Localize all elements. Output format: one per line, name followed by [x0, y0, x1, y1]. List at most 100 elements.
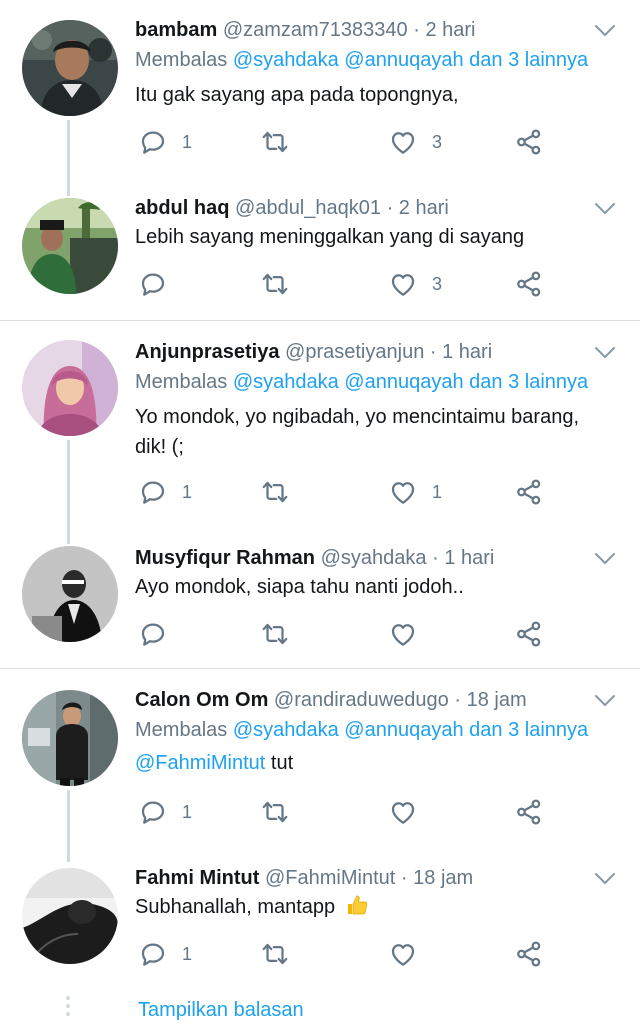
reply-button[interactable]: 1: [138, 126, 192, 158]
chevron-down-icon[interactable]: [594, 24, 616, 38]
user-name[interactable]: Musyfiqur Rahman: [135, 547, 315, 569]
replying-to-prefix: Membalas: [135, 49, 228, 71]
avatar[interactable]: [22, 198, 118, 294]
retweet-icon: [260, 127, 290, 157]
timestamp[interactable]: 18 jam: [467, 689, 527, 711]
chevron-down-icon[interactable]: [594, 552, 616, 566]
user-handle[interactable]: @syahdaka: [321, 547, 427, 569]
user-name[interactable]: Fahmi Mintut: [135, 867, 259, 889]
replying-to-mentions[interactable]: @syahdaka @annuqayah dan 3 lainnya: [233, 719, 588, 741]
replying-to-mentions[interactable]: @syahdaka @annuqayah dan 3 lainnya: [233, 49, 588, 71]
timestamp[interactable]: 2 hari: [399, 197, 449, 219]
like-button[interactable]: 3: [388, 268, 442, 300]
chevron-down-icon[interactable]: [594, 202, 616, 216]
avatar[interactable]: [22, 20, 118, 116]
like-button[interactable]: [388, 938, 432, 970]
timestamp[interactable]: 2 hari: [425, 19, 475, 41]
reply-icon: [138, 269, 168, 299]
retweet-button[interactable]: [260, 796, 290, 828]
share-button[interactable]: [514, 126, 544, 158]
user-handle[interactable]: @zamzam71383340: [223, 19, 408, 41]
mention-link[interactable]: @FahmiMintut: [135, 752, 265, 774]
reply-icon: [138, 127, 168, 157]
show-replies-link[interactable]: Tampilkan balasan: [138, 998, 304, 1022]
tweet-actions: 1 1: [138, 476, 618, 508]
separator: ·: [432, 547, 439, 569]
separator: ·: [454, 689, 462, 711]
user-name[interactable]: Anjunprasetiya: [135, 341, 279, 363]
timestamp[interactable]: 1 hari: [442, 341, 492, 363]
tweet-text: Itu gak sayang apa pada topongnya,: [135, 84, 459, 106]
user-handle[interactable]: @prasetiyanjun: [285, 341, 424, 363]
reply-button[interactable]: 1: [138, 938, 192, 970]
replying-to-mentions[interactable]: @syahdaka @annuqayah dan 3 lainnya: [233, 371, 588, 393]
reply-count: 1: [182, 943, 193, 964]
share-button[interactable]: [514, 618, 544, 650]
avatar[interactable]: [22, 690, 118, 786]
reply-button[interactable]: [138, 618, 182, 650]
like-button[interactable]: 1: [388, 476, 442, 508]
retweet-button[interactable]: [260, 476, 290, 508]
chevron-down-icon[interactable]: [594, 694, 616, 708]
tweet-text-content: Subhanallah, mantapp: [135, 896, 336, 918]
tweet-header: Anjunprasetiya @prasetiyanjun · 1 hari: [135, 340, 492, 364]
avatar[interactable]: [22, 868, 118, 964]
user-handle[interactable]: @abdul_haqk01: [235, 197, 381, 219]
heart-icon: [388, 797, 418, 827]
share-icon: [514, 619, 544, 649]
tweet-header: Fahmi Mintut @FahmiMintut · 18 jam: [135, 866, 473, 890]
share-button[interactable]: [514, 796, 544, 828]
like-count: 3: [432, 131, 443, 152]
reply-count: 1: [182, 131, 193, 152]
tweet-text: Lebih sayang meninggalkan yang di sayang: [135, 226, 525, 248]
user-name[interactable]: abdul haq: [135, 197, 229, 219]
reply-button[interactable]: 1: [138, 796, 192, 828]
user-handle[interactable]: @FahmiMintut: [265, 867, 395, 889]
avatar[interactable]: [22, 340, 118, 436]
tweet-actions: [138, 618, 618, 650]
chevron-down-icon[interactable]: [594, 346, 616, 360]
divider: [0, 668, 640, 669]
like-count: 1: [432, 481, 443, 502]
reply-icon: [138, 797, 168, 827]
reply-count: 1: [182, 801, 193, 822]
reply-button[interactable]: [138, 268, 182, 300]
like-button[interactable]: [388, 796, 432, 828]
avatar[interactable]: [22, 546, 118, 642]
heart-icon: [388, 939, 418, 969]
tweet-actions: 1: [138, 796, 618, 828]
share-icon: [514, 269, 544, 299]
heart-icon: [388, 477, 418, 507]
thread-dots: [66, 996, 70, 1020]
share-button[interactable]: [514, 268, 544, 300]
share-button[interactable]: [514, 476, 544, 508]
retweet-icon: [260, 619, 290, 649]
retweet-button[interactable]: [260, 938, 290, 970]
replying-to: Membalas @syahdaka @annuqayah dan 3 lain…: [135, 370, 588, 394]
retweet-button[interactable]: [260, 618, 290, 650]
thread-line: [67, 790, 70, 862]
separator: ·: [413, 19, 420, 41]
user-name[interactable]: bambam: [135, 19, 217, 41]
tweet-actions: 1 3: [138, 126, 618, 158]
tweet-actions: 1: [138, 938, 618, 970]
heart-icon: [388, 619, 418, 649]
user-name[interactable]: Calon Om Om: [135, 689, 268, 711]
retweet-icon: [260, 939, 290, 969]
user-handle[interactable]: @randiraduwedugo: [274, 689, 449, 711]
retweet-button[interactable]: [260, 126, 290, 158]
separator: ·: [386, 197, 394, 219]
like-button[interactable]: [388, 618, 432, 650]
share-icon: [514, 127, 544, 157]
separator: ·: [400, 867, 408, 889]
retweet-button[interactable]: [260, 268, 290, 300]
timestamp[interactable]: 1 hari: [444, 547, 494, 569]
timestamp[interactable]: 18 jam: [413, 867, 473, 889]
tweet-text: Subhanallah, mantapp: [135, 892, 615, 926]
tweet-actions: 3: [138, 268, 618, 300]
like-button[interactable]: 3: [388, 126, 442, 158]
chevron-down-icon[interactable]: [594, 872, 616, 886]
thread-line: [67, 120, 70, 196]
reply-button[interactable]: 1: [138, 476, 192, 508]
share-button[interactable]: [514, 938, 544, 970]
